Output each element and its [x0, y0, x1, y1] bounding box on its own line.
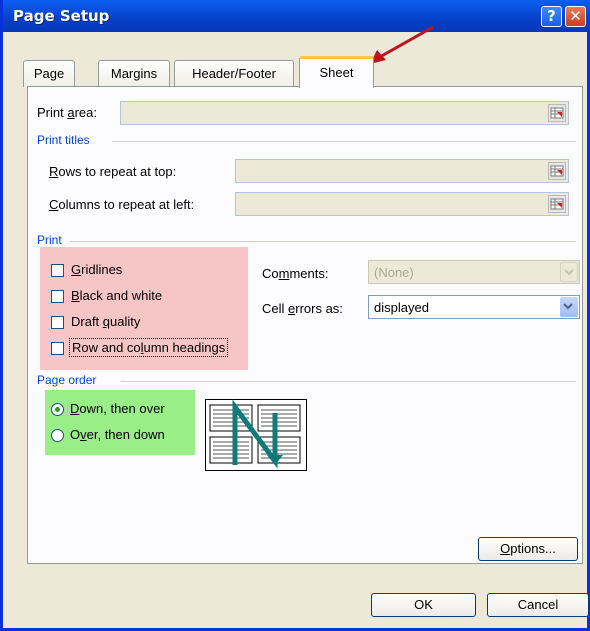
print-area-collapse-button[interactable]: [548, 104, 566, 122]
rows-repeat-label: Rows to repeat at top:: [49, 164, 177, 179]
page-order-preview-icon: [205, 399, 307, 471]
draft-quality-checkbox[interactable]: [51, 316, 64, 329]
gridlines-checkbox[interactable]: [51, 264, 64, 277]
down-then-over-label: Down, then over: [70, 401, 165, 416]
comments-value: (None): [374, 265, 414, 280]
help-button[interactable]: ?: [541, 6, 562, 27]
radio-selected-dot: [55, 407, 60, 412]
page-order-divider: [121, 381, 576, 382]
ok-button[interactable]: OK: [371, 593, 476, 617]
tab-sheet[interactable]: Sheet: [299, 56, 374, 88]
page-order-heading: Page order: [37, 373, 97, 387]
over-then-down-label: Over, then down: [70, 427, 165, 442]
cell-errors-dropdown[interactable]: displayed: [368, 295, 580, 319]
columns-repeat-collapse-button[interactable]: [548, 195, 566, 213]
row-column-headings-checkbox[interactable]: [51, 342, 64, 355]
dialog-title: Page Setup: [13, 7, 110, 25]
row-column-headings-label: Row and column headings: [69, 338, 229, 357]
black-white-checkbox[interactable]: [51, 290, 64, 303]
range-select-icon: [550, 198, 564, 210]
comments-dropdown[interactable]: (None): [368, 260, 580, 284]
comments-label: Comments:: [262, 266, 329, 281]
comments-chevron-down-icon: [560, 262, 578, 282]
options-button[interactable]: Options...: [478, 537, 578, 561]
tab-header-footer[interactable]: Header/Footer: [174, 60, 294, 87]
cell-errors-chevron-down-icon: [560, 297, 578, 317]
print-heading: Print: [37, 233, 62, 247]
draft-quality-label: Draft quality: [71, 314, 141, 329]
print-divider: [70, 241, 576, 242]
rows-repeat-input[interactable]: [235, 159, 569, 183]
print-area-label: Print area:: [37, 105, 97, 120]
page-setup-dialog: Page Setup ? ✕ Page Margins Header/Foote…: [0, 0, 590, 631]
range-select-icon: [550, 165, 564, 177]
print-titles-divider: [112, 141, 576, 142]
gridlines-label: Gridlines: [71, 262, 123, 277]
close-button[interactable]: ✕: [565, 6, 586, 27]
down-then-over-radio[interactable]: [51, 403, 64, 416]
over-then-down-radio[interactable]: [51, 429, 64, 442]
cell-errors-label: Cell errors as:: [262, 301, 343, 316]
tab-margins[interactable]: Margins: [98, 60, 170, 87]
print-titles-heading: Print titles: [37, 133, 90, 147]
page-order-highlight: [45, 390, 195, 455]
help-icon: ?: [547, 7, 556, 25]
columns-repeat-label: Columns to repeat at left:: [49, 197, 195, 212]
rows-repeat-collapse-button[interactable]: [548, 162, 566, 180]
range-select-icon: [550, 107, 564, 119]
print-area-input[interactable]: [120, 101, 569, 125]
sheet-panel: Print area: Print titles Rows to repeat …: [27, 86, 583, 564]
columns-repeat-input[interactable]: [235, 192, 569, 216]
title-bar[interactable]: Page Setup ? ✕: [3, 0, 590, 32]
tab-page[interactable]: Page: [23, 60, 75, 87]
close-icon: ✕: [569, 7, 582, 25]
black-white-label: Black and white: [71, 288, 163, 303]
cell-errors-value: displayed: [374, 300, 429, 315]
cancel-button[interactable]: Cancel: [487, 593, 589, 617]
